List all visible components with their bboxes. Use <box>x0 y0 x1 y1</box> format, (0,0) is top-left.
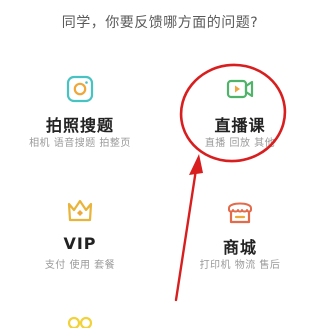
tile-photo-search[interactable]: 拍照搜题 相机 语音搜题 拍整页 <box>0 74 160 174</box>
tile-title: 直播课 <box>214 116 266 135</box>
tile-mall[interactable]: 商城 打印机 物流 售后 <box>160 196 320 296</box>
tile-subtitle: 打印机 物流 售后 <box>199 260 281 271</box>
tile-subtitle: 相机 语音搜题 拍整页 <box>29 138 131 149</box>
video-camera-icon <box>226 79 254 99</box>
feedback-prompt: 同学，你要反馈哪方面的问题? <box>61 15 259 31</box>
tile-subtitle: 支付 使用 套餐 <box>44 260 116 271</box>
crown-icon <box>67 199 93 222</box>
tile-title: 拍照搜题 <box>45 116 114 135</box>
tile-title: VIP <box>63 234 97 253</box>
camera-icon <box>66 75 94 103</box>
shop-icon <box>228 202 252 224</box>
feedback-category-page: 同学，你要反馈哪方面的问题? 拍照搜题 相机 语音搜题 拍整页 直播课 直播 回… <box>0 0 320 328</box>
tile-vip[interactable]: VIP 支付 使用 套餐 <box>0 196 160 296</box>
tile-subtitle: 直播 回放 其他 <box>204 138 276 149</box>
tile-live-class[interactable]: 直播课 直播 回放 其他 <box>160 74 320 174</box>
tile-title: 商城 <box>222 238 257 257</box>
partial-yellow-icon <box>67 316 93 328</box>
